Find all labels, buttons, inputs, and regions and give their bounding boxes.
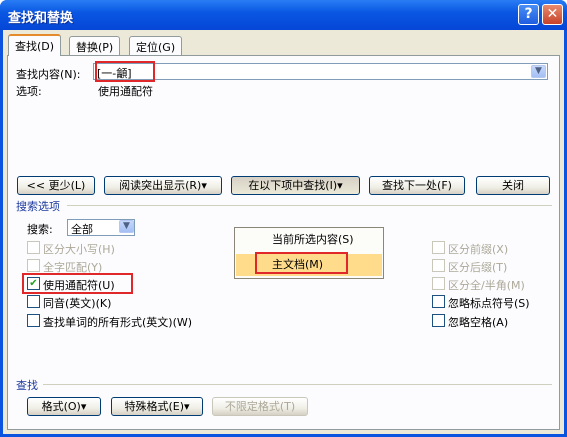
ignore-space-label: 忽略空格(A): [448, 316, 509, 329]
help-button[interactable]: ?: [518, 4, 539, 25]
options-label: 选项:: [16, 85, 42, 98]
tab-goto[interactable]: 定位(G): [129, 36, 183, 55]
select-arrow: ▼: [119, 220, 134, 235]
chevron-down-icon[interactable]: ▼: [531, 65, 546, 78]
sounds-like-label: 同音(英文)(K): [43, 297, 112, 310]
ignore-punct-checkbox[interactable]: [432, 295, 445, 308]
title-bar: 查找和替换 ? ✕: [0, 0, 567, 30]
format-button[interactable]: 格式(O)▾: [27, 397, 101, 416]
chevron-down-icon[interactable]: ▼: [119, 220, 134, 233]
find-what-input[interactable]: [一-龥] ▼: [93, 63, 548, 80]
highlight-box: [22, 273, 133, 294]
search-direction-value: 全部: [71, 223, 93, 236]
match-case-checkbox[interactable]: [27, 241, 40, 254]
highlight-box: [255, 252, 348, 274]
highlight-box: [95, 61, 155, 82]
find-what-label: 查找内容(N):: [16, 68, 81, 81]
match-case-label: 区分大小写(H): [43, 243, 115, 256]
find-next-button[interactable]: 查找下一处(F): [369, 176, 465, 195]
search-direction-select[interactable]: 全部 ▼: [67, 219, 135, 236]
all-word-forms-label: 查找单词的所有形式(英文)(W): [43, 316, 193, 329]
whole-word-checkbox[interactable]: [27, 259, 40, 272]
ignore-punct-label: 忽略标点符号(S): [448, 297, 530, 310]
find-replace-dialog: 查找和替换 ? ✕ 查找(D) 替换(P) 定位(G) 查找内容(N): [一-…: [0, 0, 567, 437]
special-format-button[interactable]: 特殊格式(E)▾: [111, 397, 203, 416]
reading-highlight-button[interactable]: 阅读突出显示(R)▾: [104, 176, 222, 195]
match-width-checkbox[interactable]: [432, 277, 445, 290]
match-suffix-checkbox[interactable]: [432, 259, 445, 272]
ignore-space-checkbox[interactable]: [432, 314, 445, 327]
tab-find[interactable]: 查找(D): [8, 34, 62, 56]
find-section-title: 查找: [16, 379, 38, 392]
dialog-body: 查找(D) 替换(P) 定位(G) 查找内容(N): [一-龥] ▼ 选项: 使…: [3, 30, 564, 434]
close-window-button[interactable]: ✕: [542, 4, 563, 25]
match-width-label: 区分全/半角(M): [448, 279, 525, 292]
close-button[interactable]: 关闭: [476, 176, 550, 195]
find-in-button[interactable]: 在以下项中查找(I)▾: [231, 176, 360, 195]
search-direction-label: 搜索:: [27, 223, 53, 236]
search-options-title: 搜索选项: [16, 200, 60, 213]
less-button[interactable]: << 更少(L): [17, 176, 95, 195]
options-value: 使用通配符: [98, 85, 153, 98]
menu-item-current-selection[interactable]: 当前所选内容(S): [236, 229, 382, 251]
sounds-like-checkbox[interactable]: [27, 295, 40, 308]
match-suffix-label: 区分后缀(T): [448, 261, 508, 274]
match-prefix-label: 区分前缀(X): [448, 243, 509, 256]
divider: [43, 384, 552, 385]
dialog-title: 查找和替换: [8, 11, 74, 26]
no-formatting-button[interactable]: 不限定格式(T): [212, 397, 308, 416]
all-word-forms-checkbox[interactable]: [27, 314, 40, 327]
match-prefix-checkbox[interactable]: [432, 241, 445, 254]
divider: [67, 205, 552, 206]
tab-replace[interactable]: 替换(P): [69, 36, 121, 55]
